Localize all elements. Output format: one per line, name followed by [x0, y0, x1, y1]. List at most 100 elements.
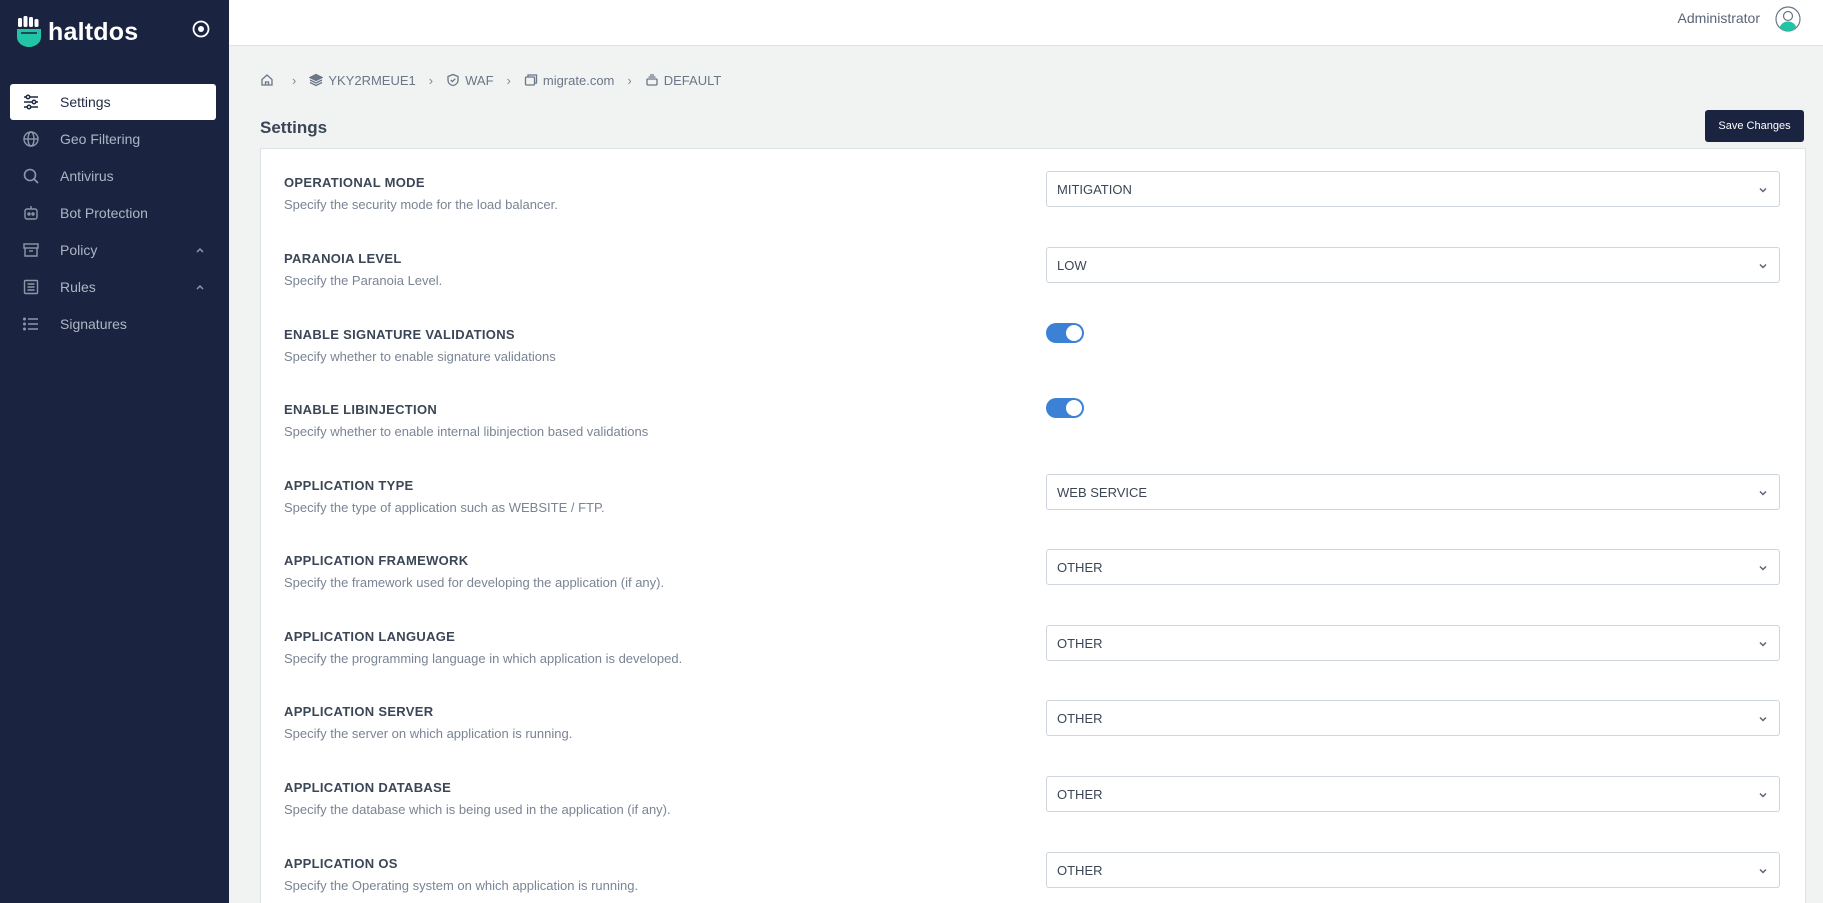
- select-value: OTHER: [1057, 635, 1103, 651]
- breadcrumb-label: migrate.com: [542, 72, 615, 88]
- setting-description: Specify the Operating system on which ap…: [284, 878, 639, 893]
- sidebar: haltdos Settings Geo Filtering Antivirus: [0, 0, 229, 903]
- setting-description: Specify the type of application such as …: [284, 500, 605, 515]
- search-icon: [22, 167, 40, 185]
- operational-mode-select[interactable]: MITIGATION: [1046, 171, 1780, 207]
- sidebar-item-label: Policy: [60, 242, 98, 258]
- home-icon: [260, 73, 274, 87]
- toggle-knob: [1066, 325, 1082, 341]
- breadcrumb-home[interactable]: [260, 73, 279, 87]
- user-avatar-icon[interactable]: [1775, 6, 1801, 32]
- breadcrumb-label: WAF: [465, 72, 494, 88]
- breadcrumb-item-domain[interactable]: migrate.com: [524, 72, 615, 88]
- breadcrumb-separator: ›: [292, 72, 297, 88]
- settings-card: OPERATIONAL MODE Specify the security mo…: [260, 148, 1806, 903]
- user-name[interactable]: Administrator: [1678, 10, 1760, 26]
- sidebar-item-label: Rules: [60, 279, 96, 295]
- application-database-select[interactable]: OTHER: [1046, 776, 1780, 812]
- setting-description: Specify the Paranoia Level.: [284, 273, 443, 288]
- chevron-up-icon: [194, 243, 206, 255]
- select-value: MITIGATION: [1057, 181, 1132, 197]
- setting-label: APPLICATION TYPE: [284, 478, 414, 493]
- shield-icon: [446, 73, 460, 87]
- breadcrumb-separator: ›: [506, 72, 511, 88]
- setting-row-application-os: APPLICATION OS Specify the Operating sys…: [261, 830, 1805, 903]
- breadcrumb-separator: ›: [428, 72, 434, 88]
- list-box-icon: [22, 278, 40, 296]
- setting-label: OPERATIONAL MODE: [284, 175, 425, 190]
- chevron-down-icon: [1757, 487, 1769, 499]
- libinjection-toggle[interactable]: [1046, 398, 1084, 418]
- window-icon: [524, 73, 538, 87]
- layers-icon: [309, 73, 324, 87]
- setting-row-application-framework: APPLICATION FRAMEWORK Specify the framew…: [261, 527, 1805, 603]
- application-language-select[interactable]: OTHER: [1046, 625, 1780, 661]
- setting-description: Specify whether to enable signature vali…: [284, 349, 556, 364]
- sidebar-item-label: Bot Protection: [60, 205, 148, 221]
- sidebar-item-label: Antivirus: [60, 168, 114, 184]
- setting-description: Specify the framework used for developin…: [284, 575, 665, 590]
- page-title: Settings: [260, 118, 328, 137]
- setting-label: ENABLE SIGNATURE VALIDATIONS: [284, 327, 515, 342]
- chevron-down-icon: [1757, 562, 1769, 574]
- application-server-select[interactable]: OTHER: [1046, 700, 1780, 736]
- chevron-down-icon: [1757, 638, 1769, 650]
- paranoia-level-select[interactable]: LOW: [1046, 247, 1780, 283]
- setting-row-operational-mode: OPERATIONAL MODE Specify the security mo…: [261, 149, 1805, 225]
- chevron-down-icon: [1757, 789, 1769, 801]
- setting-description: Specify the programming language in whic…: [284, 651, 683, 666]
- select-value: OTHER: [1057, 786, 1103, 802]
- sidebar-item-signatures[interactable]: Signatures: [10, 306, 216, 342]
- sidebar-item-label: Geo Filtering: [60, 131, 141, 147]
- signature-validations-toggle[interactable]: [1046, 323, 1084, 343]
- setting-label: PARANOIA LEVEL: [284, 251, 402, 266]
- select-value: OTHER: [1057, 710, 1103, 726]
- setting-label: ENABLE LIBINJECTION: [284, 402, 438, 417]
- sidebar-nav: Settings Geo Filtering Antivirus Bot Pro…: [10, 84, 216, 343]
- setting-row-application-language: APPLICATION LANGUAGE Specify the program…: [261, 603, 1805, 679]
- target-icon[interactable]: [191, 19, 211, 39]
- setting-label: APPLICATION LANGUAGE: [284, 629, 456, 644]
- select-value: OTHER: [1057, 559, 1103, 575]
- sidebar-item-antivirus[interactable]: Antivirus: [10, 158, 216, 194]
- setting-row-application-database: APPLICATION DATABASE Specify the databas…: [261, 754, 1805, 830]
- setting-description: Specify the database which is being used…: [284, 802, 671, 817]
- fist-logo-icon: [16, 16, 42, 48]
- application-type-select[interactable]: WEB SERVICE: [1046, 474, 1780, 510]
- breadcrumb-label: YKY2RMEUE1: [328, 72, 416, 88]
- robot-icon: [22, 204, 40, 222]
- sidebar-item-geo-filtering[interactable]: Geo Filtering: [10, 121, 216, 157]
- chevron-down-icon: [1757, 184, 1769, 196]
- sidebar-item-policy[interactable]: Policy: [10, 232, 216, 268]
- setting-row-application-server: APPLICATION SERVER Specify the server on…: [261, 678, 1805, 754]
- setting-row-libinjection: ENABLE LIBINJECTION Specify whether to e…: [261, 376, 1805, 452]
- stack-icon: [645, 73, 659, 87]
- breadcrumb-item-waf[interactable]: WAF: [446, 72, 494, 88]
- breadcrumb-item-profile[interactable]: DEFAULT: [645, 72, 722, 88]
- brand[interactable]: haltdos: [16, 16, 138, 48]
- sidebar-item-settings[interactable]: Settings: [10, 84, 216, 120]
- setting-description: Specify the security mode for the load b…: [284, 197, 558, 212]
- chevron-down-icon: [1757, 865, 1769, 877]
- sidebar-item-label: Signatures: [60, 316, 127, 332]
- sliders-icon: [22, 93, 40, 111]
- brand-name: haltdos: [48, 17, 139, 46]
- setting-label: APPLICATION FRAMEWORK: [284, 553, 469, 568]
- top-bar: Administrator: [229, 0, 1823, 46]
- application-os-select[interactable]: OTHER: [1046, 852, 1780, 888]
- setting-label: APPLICATION OS: [284, 856, 398, 871]
- select-value: WEB SERVICE: [1057, 484, 1148, 500]
- application-framework-select[interactable]: OTHER: [1046, 549, 1780, 585]
- chevron-up-icon: [194, 280, 206, 292]
- sidebar-item-rules[interactable]: Rules: [10, 269, 216, 305]
- chevron-down-icon: [1757, 713, 1769, 725]
- breadcrumb-label: DEFAULT: [663, 72, 722, 88]
- setting-label: APPLICATION SERVER: [284, 704, 434, 719]
- save-changes-button[interactable]: Save Changes: [1705, 110, 1804, 142]
- setting-row-application-type: APPLICATION TYPE Specify the type of app…: [261, 452, 1805, 528]
- sidebar-item-bot-protection[interactable]: Bot Protection: [10, 195, 216, 231]
- breadcrumb-separator: ›: [627, 72, 632, 88]
- breadcrumb-item-tenant[interactable]: YKY2RMEUE1: [309, 72, 416, 88]
- setting-label: APPLICATION DATABASE: [284, 780, 452, 795]
- setting-description: Specify whether to enable internal libin…: [284, 424, 649, 439]
